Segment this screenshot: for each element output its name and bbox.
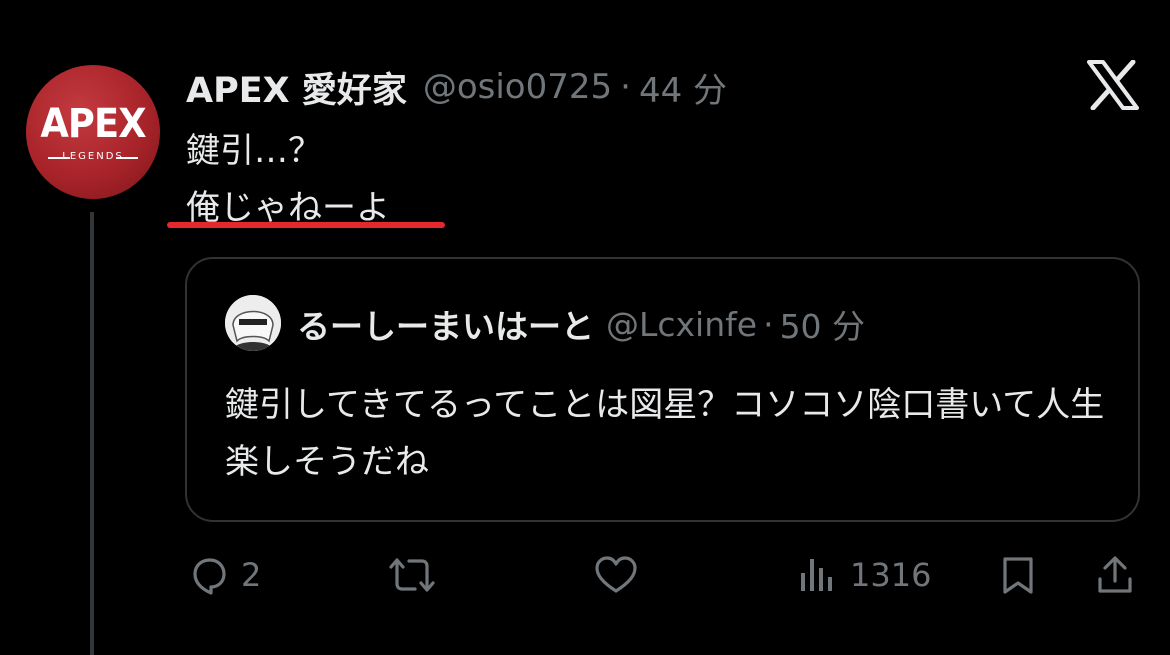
views-count: 1316 (850, 556, 932, 594)
avatar-divider-right (116, 157, 138, 159)
avatar-logo-text: APEX (40, 101, 146, 147)
x-logo-icon (1086, 59, 1140, 111)
quoted-tweet-card[interactable]: るーしーまいはーと @Lcxinfe · 50 分 鍵引してきてるってことは図星… (185, 257, 1140, 522)
author-avatar[interactable]: APEX LEGENDS (26, 65, 160, 199)
retweet-button[interactable] (386, 545, 438, 605)
views-button[interactable]: 1316 (796, 545, 931, 605)
tweet-time[interactable]: 44 分 (639, 63, 727, 112)
tweet-text-line1: 鍵引…？ (186, 131, 322, 171)
quoted-author-avatar[interactable] (225, 295, 281, 351)
author-handle[interactable]: @osio0725 (423, 67, 612, 107)
quoted-tweet-time[interactable]: 50 分 (780, 300, 865, 348)
share-icon (1093, 553, 1137, 597)
views-icon (796, 553, 840, 597)
separator-dot: · (620, 67, 631, 107)
avatar-sub-text: LEGENDS (62, 151, 124, 162)
quoted-tweet-text: 鍵引してきてるってことは図星？コソコソ陰口書いて人生楽しそうだね (225, 385, 1105, 482)
reply-icon (187, 553, 231, 597)
tweet-action-bar: 2 1316 (0, 545, 1170, 605)
quoted-author-name[interactable]: るーしーまいはーと (297, 300, 594, 348)
share-button[interactable] (1093, 545, 1137, 605)
red-underline-annotation (167, 222, 445, 228)
reply-button[interactable]: 2 (187, 545, 261, 605)
bookmark-button[interactable] (996, 545, 1040, 605)
reply-count: 2 (241, 556, 262, 594)
author-name[interactable]: APEX 愛好家 (186, 62, 407, 113)
like-button[interactable] (592, 545, 640, 605)
retweet-icon (386, 553, 438, 597)
quoted-tweet-header: るーしーまいはーと @Lcxinfe · 50 分 (297, 301, 865, 347)
bookmark-icon (996, 553, 1040, 597)
quoted-author-handle[interactable]: @Lcxinfe (606, 305, 757, 344)
like-icon (592, 553, 640, 597)
tweet-header: APEX 愛好家 @osio0725 · 44 分 (186, 62, 727, 112)
separator-dot: · (763, 304, 774, 344)
